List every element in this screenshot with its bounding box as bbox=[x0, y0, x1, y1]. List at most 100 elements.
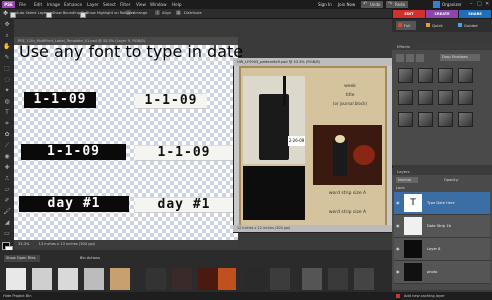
arrange-button[interactable]: Arrange bbox=[133, 9, 147, 18]
layer-row[interactable]: ◉ Date Strip 1b bbox=[394, 215, 490, 238]
crop-tool-icon[interactable]: ⌗ bbox=[2, 119, 12, 128]
minimize-icon[interactable]: – bbox=[470, 0, 473, 9]
hand-tool-icon[interactable]: ✋ bbox=[2, 42, 12, 51]
quick-selection-tool-icon[interactable]: ◍ bbox=[2, 97, 12, 106]
menu-filter[interactable]: Filter bbox=[120, 0, 130, 9]
effect-swatch[interactable] bbox=[438, 68, 453, 83]
bin-thumbnail[interactable] bbox=[146, 268, 166, 290]
full-edit-button[interactable]: Full bbox=[396, 21, 416, 30]
layer-row[interactable]: ◉ T Type Date Here bbox=[394, 192, 490, 215]
red-eye-tool-icon[interactable]: ◉ bbox=[2, 152, 12, 161]
show-open-files-dropdown[interactable]: Show Open Files bbox=[4, 255, 40, 262]
tab-edit[interactable]: EDIT bbox=[393, 10, 425, 18]
blend-mode-dropdown[interactable]: Normal bbox=[396, 177, 418, 183]
hide-project-bin-toggle[interactable]: Hide Project Bin bbox=[3, 294, 32, 298]
effect-swatch[interactable] bbox=[398, 68, 413, 83]
undo-button[interactable]: ↶ Undo bbox=[361, 1, 383, 8]
bin-thumbnail[interactable] bbox=[302, 268, 322, 290]
bin-thumbnail[interactable] bbox=[110, 268, 130, 290]
effect-swatch[interactable] bbox=[438, 90, 453, 105]
effect-swatch[interactable] bbox=[418, 68, 433, 83]
zoom-tool-icon[interactable]: ⌕ bbox=[2, 31, 12, 40]
menu-image[interactable]: Image bbox=[47, 0, 60, 9]
healing-tool-icon[interactable]: ✚ bbox=[2, 163, 12, 172]
guided-edit-button[interactable]: Guided bbox=[458, 21, 484, 30]
bin-thumbnail[interactable] bbox=[270, 268, 290, 290]
bin-thumbnail[interactable] bbox=[245, 268, 265, 290]
bin-thumbnail[interactable] bbox=[198, 268, 218, 290]
effect-swatch[interactable] bbox=[438, 112, 453, 127]
menu-edit[interactable]: Edit bbox=[34, 0, 42, 9]
bin-thumbnail[interactable] bbox=[32, 268, 52, 290]
maximize-icon[interactable]: □ bbox=[477, 0, 482, 9]
filters-icon[interactable] bbox=[396, 54, 404, 62]
effect-swatch[interactable] bbox=[418, 90, 433, 105]
sign-in-link[interactable]: Sign In bbox=[318, 1, 332, 8]
magic-wand-tool-icon[interactable]: ✦ bbox=[2, 86, 12, 95]
date-label-4[interactable]: 1-1-09 bbox=[135, 145, 233, 161]
visibility-eye-icon[interactable]: ◉ bbox=[396, 200, 400, 205]
menu-help[interactable]: Help bbox=[172, 0, 182, 9]
effect-swatch[interactable] bbox=[458, 68, 473, 83]
visibility-eye-icon[interactable]: ◉ bbox=[396, 269, 400, 274]
eraser-tool-icon[interactable]: ▱ bbox=[2, 185, 12, 194]
layers-panel-header[interactable]: Layers bbox=[392, 168, 492, 175]
bin-thumbnail[interactable] bbox=[84, 268, 104, 290]
quick-edit-button[interactable]: Quick bbox=[426, 21, 448, 30]
marquee-tool-icon[interactable]: ⬚ bbox=[2, 64, 12, 73]
visibility-eye-icon[interactable]: ◉ bbox=[396, 246, 400, 251]
effect-swatch[interactable] bbox=[458, 112, 473, 127]
date-label-3[interactable]: 1-1-09 bbox=[21, 144, 126, 160]
menu-enhance[interactable]: Enhance bbox=[64, 0, 82, 9]
brush-tool-icon[interactable]: 🖌 bbox=[2, 207, 12, 216]
effect-swatch[interactable] bbox=[398, 112, 413, 127]
shape-tool-icon[interactable]: ▭ bbox=[2, 229, 12, 238]
move-tool-icon[interactable]: ✥ bbox=[2, 20, 12, 29]
close-icon[interactable]: ✕ bbox=[485, 0, 489, 9]
photo-figurine[interactable] bbox=[313, 125, 382, 185]
effect-swatch[interactable] bbox=[458, 90, 473, 105]
bin-actions-menu[interactable]: Bin Actions bbox=[80, 255, 100, 262]
photo-effects-icon[interactable] bbox=[416, 54, 424, 62]
redo-button[interactable]: ↷ Redo bbox=[386, 1, 408, 8]
organizer-button[interactable]: Organizer bbox=[433, 1, 467, 8]
layer-row[interactable]: ◉ photo bbox=[394, 261, 490, 284]
menu-window[interactable]: Window bbox=[150, 0, 167, 9]
menu-layer[interactable]: Layer bbox=[87, 0, 99, 9]
distribute-button[interactable]: Distribute bbox=[184, 9, 202, 18]
date-label-2[interactable]: 1-1-09 bbox=[135, 93, 207, 109]
type-tool-icon[interactable]: T bbox=[2, 108, 12, 117]
lasso-tool-icon[interactable]: ◌ bbox=[2, 75, 12, 84]
effects-category-dropdown[interactable]: Drop Shadows bbox=[440, 54, 480, 61]
join-now-link[interactable]: Join Now bbox=[338, 1, 355, 8]
bin-thumbnail[interactable] bbox=[6, 268, 26, 290]
clone-stamp-tool-icon[interactable]: ⎍ bbox=[2, 174, 12, 183]
photo-drink-cup[interactable]: 2-26-09 bbox=[243, 76, 305, 164]
eyedropper-tool-icon[interactable]: ✎ bbox=[2, 53, 12, 62]
bin-thumbnail[interactable] bbox=[218, 268, 236, 290]
menu-select[interactable]: Select bbox=[103, 0, 116, 9]
zoom-level[interactable]: 33.3% bbox=[18, 242, 29, 246]
bin-thumbnail[interactable] bbox=[354, 268, 374, 290]
bin-thumbnail[interactable] bbox=[58, 268, 78, 290]
document-2-title-bar[interactable]: HW_LF0903_pattern6x9.psd @ 33.3% (RGB/8) bbox=[233, 58, 393, 66]
day-label-1[interactable]: day #1 bbox=[19, 196, 129, 212]
bin-thumbnail[interactable] bbox=[172, 268, 192, 290]
menu-view[interactable]: View bbox=[136, 0, 146, 9]
photo-placeholder-dark[interactable] bbox=[243, 166, 305, 220]
tab-share[interactable]: SHARE bbox=[459, 10, 491, 18]
tab-create[interactable]: CREATE bbox=[426, 10, 458, 18]
pencil-tool-icon[interactable]: ✐ bbox=[2, 196, 12, 205]
layer-styles-icon[interactable] bbox=[406, 54, 414, 62]
menu-file[interactable]: File bbox=[19, 0, 26, 9]
visibility-eye-icon[interactable]: ◉ bbox=[396, 223, 400, 228]
straighten-tool-icon[interactable]: ⟋ bbox=[2, 141, 12, 150]
align-button[interactable]: Align bbox=[162, 9, 171, 18]
new-layer-icon[interactable] bbox=[396, 294, 400, 298]
paint-bucket-tool-icon[interactable]: ◢ bbox=[2, 218, 12, 227]
effects-panel-header[interactable]: Effects bbox=[392, 43, 492, 50]
layer-row[interactable]: ◉ Layer 8 bbox=[394, 238, 490, 261]
bin-thumbnail[interactable] bbox=[328, 268, 348, 290]
effect-swatch[interactable] bbox=[418, 112, 433, 127]
day-label-2[interactable]: day #1 bbox=[135, 197, 233, 213]
